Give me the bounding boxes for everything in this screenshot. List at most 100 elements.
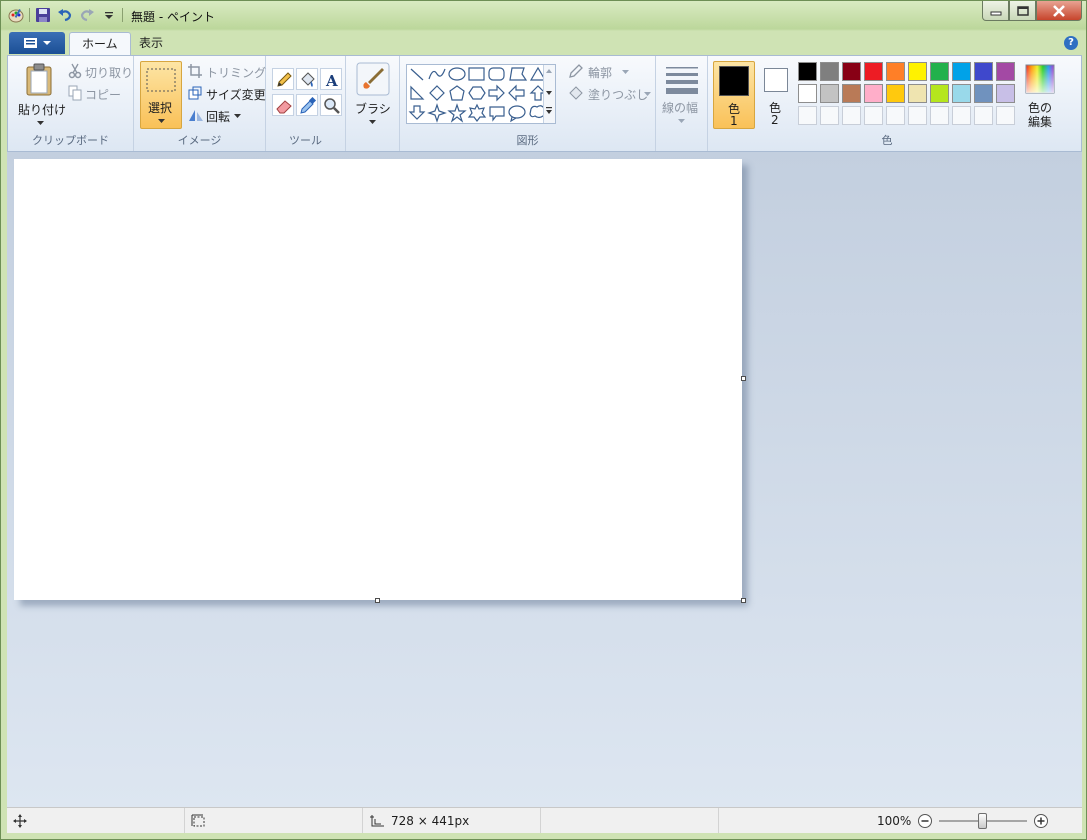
save-icon[interactable] xyxy=(34,6,52,24)
palette-swatch[interactable] xyxy=(908,84,927,103)
paste-label: 貼り付け xyxy=(18,103,67,117)
maximize-button[interactable] xyxy=(1009,1,1036,21)
palette-swatch[interactable] xyxy=(798,62,817,81)
rotate-button[interactable]: 回転 xyxy=(186,106,264,124)
crop-button[interactable]: トリミング xyxy=(186,62,266,80)
fill-tool[interactable] xyxy=(296,68,318,90)
drawing-canvas[interactable] xyxy=(14,159,742,600)
custom-color-slot[interactable] xyxy=(798,106,817,125)
colors-group: 色 1 色 2 色の 編集 色 xyxy=(708,56,1066,151)
resize-handle-right[interactable] xyxy=(741,376,746,381)
selection-size-icon xyxy=(191,814,205,826)
file-size-segment xyxy=(541,808,719,833)
custom-color-slot[interactable] xyxy=(886,106,905,125)
palette-swatch[interactable] xyxy=(974,62,993,81)
paint-menu-button[interactable] xyxy=(9,32,65,54)
rotate-icon xyxy=(189,110,203,121)
resize-handle-bottom[interactable] xyxy=(375,598,380,603)
palette-swatch[interactable] xyxy=(798,84,817,103)
close-icon xyxy=(1053,4,1065,17)
custom-color-slot[interactable] xyxy=(842,106,861,125)
custom-color-slot[interactable] xyxy=(820,106,839,125)
qat-separator xyxy=(29,8,30,22)
brush-icon xyxy=(356,62,390,96)
paint-app-icon[interactable] xyxy=(7,6,25,24)
select-button[interactable]: 選択 xyxy=(140,61,182,129)
copy-label: コピー xyxy=(85,88,122,102)
paint-bucket-icon xyxy=(301,72,315,87)
minimize-button[interactable] xyxy=(982,1,1009,21)
close-button[interactable] xyxy=(1036,1,1082,21)
tab-home[interactable]: ホーム xyxy=(69,32,131,55)
shapes-scrollbar[interactable] xyxy=(543,65,555,123)
custom-color-slot[interactable] xyxy=(930,106,949,125)
color2-swatch xyxy=(764,68,788,92)
resize-handle-corner[interactable] xyxy=(741,598,746,603)
canvas-area[interactable] xyxy=(7,152,1082,807)
brush-button[interactable]: ブラシ xyxy=(352,62,394,128)
palette-swatch[interactable] xyxy=(842,84,861,103)
chevron-down-icon xyxy=(37,121,44,125)
palette-swatch[interactable] xyxy=(974,84,993,103)
palette-swatch[interactable] xyxy=(930,84,949,103)
tab-view[interactable]: 表示 xyxy=(127,32,175,55)
color1-button[interactable]: 色 1 xyxy=(713,61,755,129)
palette-swatch[interactable] xyxy=(864,62,883,81)
paint-window: 無題 - ペイント ホーム 表示 ? 貼り付け 切り取り コピー クリップボード… xyxy=(0,0,1087,840)
custom-color-slot[interactable] xyxy=(996,106,1015,125)
line-width-group: 線の幅 xyxy=(656,56,708,151)
redo-icon[interactable] xyxy=(78,6,96,24)
scroll-arrows-icon xyxy=(546,69,552,114)
palette-swatch[interactable] xyxy=(952,84,971,103)
palette-swatch[interactable] xyxy=(996,84,1015,103)
title-bar: 無題 - ペイント xyxy=(1,1,1086,31)
svg-text:A: A xyxy=(325,72,338,89)
resize-button[interactable]: サイズ変更 xyxy=(186,84,266,102)
palette-swatch[interactable] xyxy=(820,62,839,81)
rotate-label: 回転 xyxy=(206,110,231,124)
palette-swatch[interactable] xyxy=(996,62,1015,81)
palette-swatch[interactable] xyxy=(864,84,883,103)
eyedropper-icon xyxy=(300,96,317,114)
zoom-slider[interactable] xyxy=(939,812,1028,829)
pencil-tool[interactable] xyxy=(272,68,294,90)
status-bar: 728 × 441px 100% xyxy=(7,807,1082,833)
undo-icon[interactable] xyxy=(56,6,74,24)
chevron-down-icon xyxy=(678,119,685,123)
tools-group-label: ツール xyxy=(289,134,322,147)
palette-swatch[interactable] xyxy=(820,84,839,103)
custom-color-slot[interactable] xyxy=(864,106,883,125)
zoom-slider-thumb[interactable] xyxy=(978,812,988,829)
customize-dropdown-icon[interactable] xyxy=(100,6,118,24)
fill-button[interactable]: 塗りつぶし xyxy=(568,84,652,102)
outline-pencil-icon xyxy=(569,64,583,78)
color1-label-b: 1 xyxy=(730,114,738,128)
image-size-icon xyxy=(370,814,384,826)
eraser-tool[interactable] xyxy=(272,94,294,116)
magnifier-tool[interactable] xyxy=(320,94,342,116)
palette-swatch[interactable] xyxy=(952,62,971,81)
color-picker-tool[interactable] xyxy=(296,94,318,116)
color2-label-b: 2 xyxy=(771,113,779,127)
copy-button[interactable]: コピー xyxy=(66,84,132,102)
outline-button[interactable]: 輪郭 xyxy=(568,62,648,80)
text-tool[interactable]: A xyxy=(320,68,342,90)
custom-color-slot[interactable] xyxy=(908,106,927,125)
paste-button[interactable]: 貼り付け xyxy=(12,60,66,128)
tools-grid: A xyxy=(272,68,342,116)
cut-button[interactable]: 切り取り xyxy=(66,62,133,80)
zoom-out-icon[interactable] xyxy=(917,813,933,829)
palette-swatch[interactable] xyxy=(842,62,861,81)
edit-colors-button[interactable]: 色の 編集 xyxy=(1020,62,1060,129)
palette-swatch[interactable] xyxy=(886,62,905,81)
palette-swatch[interactable] xyxy=(930,62,949,81)
custom-color-slot[interactable] xyxy=(974,106,993,125)
custom-color-slot[interactable] xyxy=(952,106,971,125)
palette-swatch[interactable] xyxy=(908,62,927,81)
zoom-in-icon[interactable] xyxy=(1033,813,1049,829)
line-width-button[interactable]: 線の幅 xyxy=(660,62,704,128)
color2-button[interactable]: 色 2 xyxy=(760,62,790,128)
help-icon[interactable]: ? xyxy=(1064,36,1078,50)
fill-label: 塗りつぶし xyxy=(588,88,649,102)
palette-swatch[interactable] xyxy=(886,84,905,103)
